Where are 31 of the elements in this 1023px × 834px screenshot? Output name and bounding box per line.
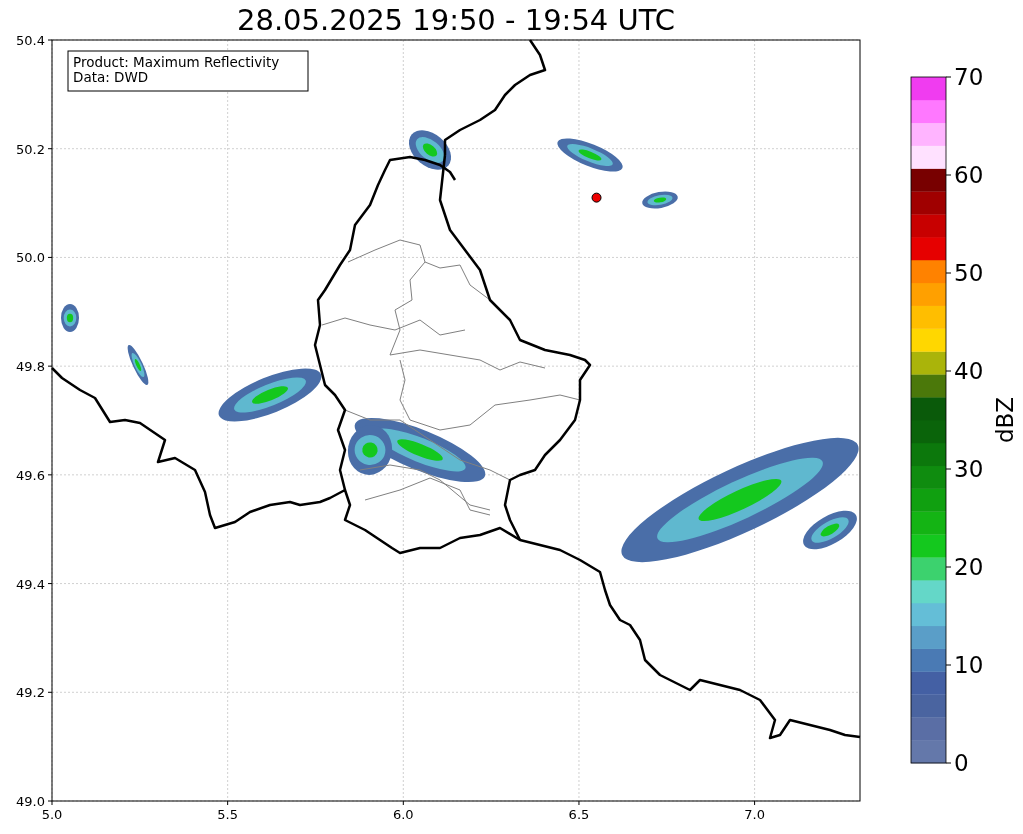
axis-tick-label: 49.2 (16, 685, 45, 701)
legend-text: Data: DWD (73, 69, 149, 85)
axis-tick-label: 5.0 (41, 807, 63, 822)
axis-tick-label: 7.0 (744, 807, 765, 822)
axis-tick-label: 6.0 (392, 807, 414, 822)
scale-label: dBZ (992, 396, 1018, 444)
scale-tick-label: 50 (954, 260, 984, 286)
radar-echo (557, 138, 623, 172)
scale-tick-label: 60 (954, 162, 984, 188)
axis-tick-label: 49.8 (16, 359, 45, 375)
radar-echo (61, 304, 79, 332)
scale-tick-label: 70 (954, 64, 984, 90)
axis-tick-label: 50.4 (16, 33, 45, 48)
axis-tick-label: 6.5 (568, 807, 590, 822)
radar-echo (127, 344, 149, 386)
axis-tick-label: 49.0 (16, 794, 45, 809)
location-marker-icon (591, 192, 602, 203)
scale-tick-label: 40 (954, 358, 984, 384)
scale-tick-label: 10 (954, 652, 984, 678)
axis-tick-label: 49.4 (16, 576, 45, 592)
chart-title: 28.05.2025 19:50 - 19:54 UTC (236, 2, 676, 32)
axis-tick-label: 5.5 (217, 807, 238, 822)
scale-tick-label: 20 (954, 554, 984, 580)
axis-tick-label: 49.6 (16, 467, 45, 483)
axis-tick-label: 50.0 (16, 250, 45, 266)
scale-tick-label: 0 (954, 750, 969, 776)
radar-echo (642, 191, 678, 209)
radar-echo (408, 130, 452, 170)
scale-tick-label: 30 (954, 456, 984, 482)
axis-tick-label: 50.2 (16, 141, 45, 157)
legend-text: Product: Maximum Reflectivity (73, 54, 280, 70)
